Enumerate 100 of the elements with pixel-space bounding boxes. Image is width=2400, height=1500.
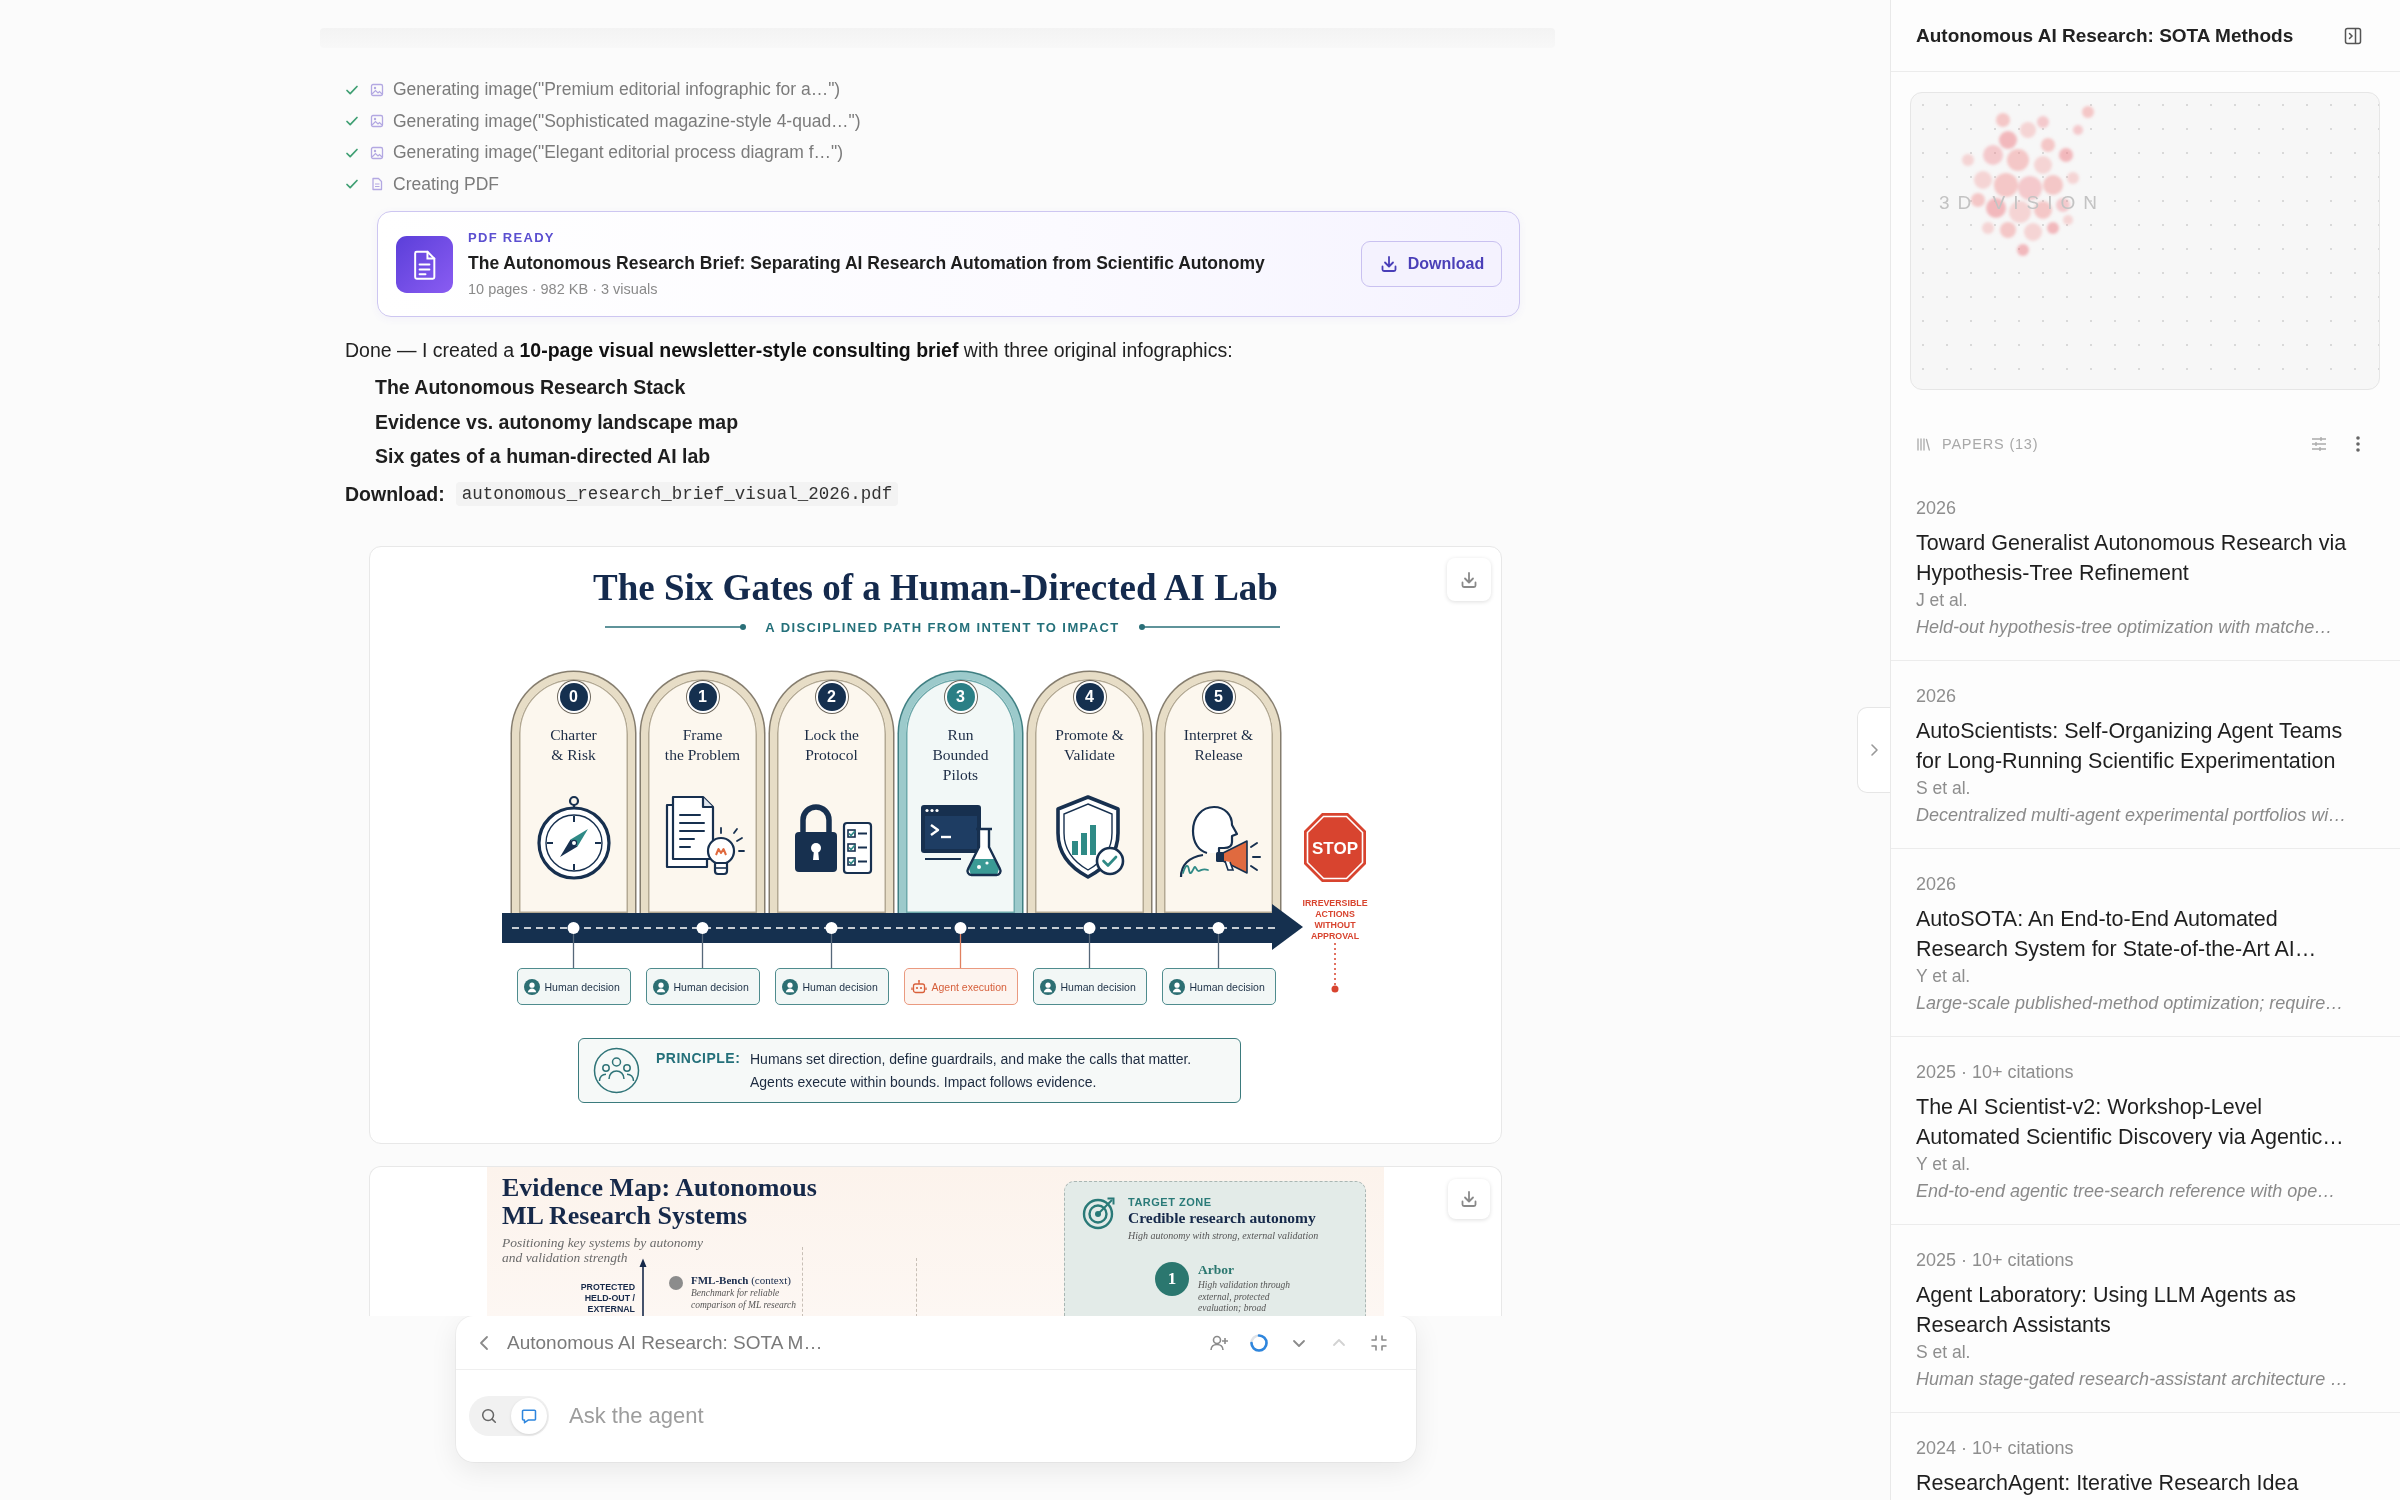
list-item: Evidence vs. autonomy landscape map (375, 409, 739, 435)
conversation-title: Autonomous AI Research: SOTA M… (507, 1331, 823, 1354)
paper-title[interactable]: ResearchAgent: Iterative Research Idea (1916, 1468, 2362, 1498)
timeline-dot (825, 922, 838, 934)
image-icon (370, 114, 384, 129)
person-icon (781, 978, 798, 995)
axis-arrow (638, 1258, 648, 1316)
paper-title[interactable]: AutoScientists: Self-Organizing Agent Teams for Long-Running Scientific Experimentation (1916, 716, 2362, 776)
list-item: The Autonomous Research Stack (375, 375, 686, 400)
stop-sign: STOP (1303, 812, 1367, 883)
tag-label: Human decision (1189, 980, 1265, 993)
download-label: Download: (345, 482, 445, 506)
paper-title[interactable]: The AI Scientist-v2: Workshop-Level Automated Scientific Discovery via Agentic… (1916, 1092, 2362, 1152)
more-icon[interactable] (2355, 435, 2361, 453)
paper-meta: 2024 · 10+ citations (1916, 1437, 2074, 1460)
paper-summary: Human stage-gated research-assistant architecture … (1916, 1368, 2349, 1391)
chat-bubble-icon (520, 1407, 538, 1425)
paper-authors: S et al. (1916, 777, 1971, 800)
zone-label: TARGET ZONE (1128, 1196, 1213, 1209)
figure-subtitle: Positioning key systems by autonomy and validation strength (502, 1235, 703, 1265)
paper-meta: 2025 · 10+ citations (1916, 1249, 2074, 1272)
paper-meta: 2026 (1916, 873, 1957, 896)
timeline-dot (954, 922, 967, 934)
download-button[interactable] (1447, 558, 1491, 601)
zone-caption: High autonomy with strong, external validation (1128, 1229, 1319, 1242)
principle-label: PRINCIPLE: (656, 1049, 742, 1068)
paper-summary: End-to-end agentic tree-search reference with ope… (1916, 1180, 2336, 1203)
image-icon (370, 82, 384, 97)
leader-line (572, 933, 575, 968)
paper-authors: J et al. (1916, 589, 1968, 612)
axis-label: PROTECTED HELD-OUT / EXTERNAL (579, 1282, 635, 1315)
gate-label: Charter & Risk (550, 725, 597, 765)
leader-line (830, 933, 833, 968)
leader-line (701, 933, 704, 968)
tag-label: Agent execution (931, 980, 1007, 993)
paper-title[interactable]: Toward Generalist Autonomous Research via Hypothesis-Tree Refinement (1916, 528, 2362, 588)
figure-subtitle: A DISCIPLINED PATH FROM INTENT TO IMPACT (765, 619, 1120, 635)
gate-label: Run Bounded Pilots (932, 725, 989, 785)
person-icon (1039, 978, 1056, 995)
robot-icon (910, 978, 927, 995)
target-icon (1082, 1196, 1116, 1230)
pdf-file-icon (396, 235, 453, 293)
paper-meta: 2025 · 10+ citations (1916, 1061, 2074, 1084)
message-input[interactable]: Ask the agent (569, 1396, 1416, 1436)
filter-icon[interactable] (2310, 435, 2328, 453)
step-label: Creating PDF (393, 173, 499, 195)
paper-authors: Y et al. (1916, 965, 1971, 988)
gate-label: Interpret & Release (1183, 725, 1254, 765)
person-icon (1168, 978, 1185, 995)
person-icon (523, 978, 540, 995)
paper-meta: 2026 (1916, 497, 1957, 520)
system-description: Benchmark for reliable comparison of ML research (691, 1287, 796, 1311)
warning-label: IRREVERSIBLE ACTIONS WITHOUT APPROVAL (1301, 898, 1369, 942)
number-badge: 5 (1204, 683, 1233, 711)
paper-meta: 2026 (1916, 685, 1957, 708)
tag-label: Human decision (802, 980, 878, 993)
collapse-icon[interactable] (1369, 1332, 1389, 1353)
file-title: The Autonomous Research Brief: Separating AI Research Automation from Scientific Autonomy (468, 251, 1265, 275)
leader-line (1088, 933, 1091, 968)
download-icon (1459, 569, 1479, 590)
paper-title[interactable]: Agent Laboratory: Using LLM Agents as Research Assistants (1916, 1280, 2362, 1340)
gate-label: Lock the Protocol (804, 725, 859, 765)
file-status: PDF READY (468, 228, 555, 247)
number-badge: 4 (1075, 683, 1104, 711)
paper-title[interactable]: AutoSOTA: An End-to-End Automated Research System for State-of-the-Art AI… (1916, 904, 2362, 964)
download-button[interactable] (1448, 1179, 1490, 1219)
panel-title: Autonomous AI Research: SOTA Methods (1916, 24, 2294, 47)
panel-toggle-icon[interactable] (2344, 26, 2362, 45)
people-icon (593, 1047, 640, 1094)
number-badge: 1 (688, 683, 717, 711)
leader-line (1217, 933, 1220, 968)
search-icon (480, 1407, 498, 1425)
list-item: Six gates of a human-directed AI lab (375, 444, 711, 469)
number-badge: 0 (559, 683, 588, 711)
system-name: Arbor (1198, 1262, 1235, 1278)
panel-handle[interactable] (1857, 707, 1890, 793)
number-badge: 3 (946, 683, 975, 711)
timeline-dot (696, 922, 709, 934)
principle-text: Humans set direction, define guardrails, and make the calls that matter. Agents execute within bounds. Impact follows evidence. (750, 1049, 1193, 1092)
paper-authors: Y et al. (1916, 1153, 1971, 1176)
dotted-leader-line (1330, 943, 1340, 993)
paper-authors: S et al. (1916, 1341, 1971, 1364)
file-name: autonomous_research_brief_visual_2026.pdf (455, 482, 899, 506)
number-badge: 2 (817, 683, 846, 711)
system-name: FML-Bench (context) (691, 1274, 792, 1287)
image-icon (370, 145, 384, 160)
chevron-right-icon (1869, 743, 1879, 757)
timeline-dot (1083, 922, 1096, 934)
chat-mode-button[interactable] (511, 1398, 547, 1434)
tag-label: Human decision (673, 980, 749, 993)
paper-summary: Held-out hypothesis-tree optimization with matche… (1916, 616, 2333, 639)
number-badge: 1 (1155, 1262, 1189, 1296)
leader-line (959, 933, 962, 968)
message-text: Done — I created a 10-page visual newsletter-style consulting brief with three original infographics: (345, 338, 1233, 363)
paper-summary: Large-scale published-method optimization; require… (1916, 992, 2344, 1015)
zone-title: Credible research autonomy (1128, 1209, 1317, 1227)
download-icon (1459, 1189, 1479, 1209)
library-icon (1916, 437, 1930, 451)
download-button[interactable]: Download (1361, 241, 1502, 287)
document-icon (370, 177, 384, 192)
